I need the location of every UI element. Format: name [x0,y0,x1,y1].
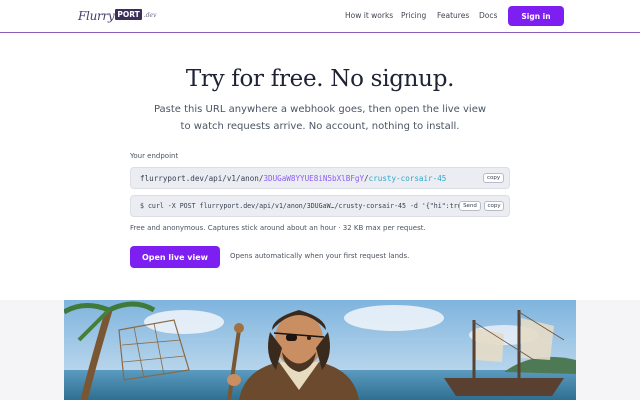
endpoint-url-text: flurryport.dev/api/v1/anon/3DUGaW8YYUE8i… [140,174,446,183]
nav-link-docs[interactable]: Docs [479,11,497,20]
logo-port-badge: PORT [115,8,142,20]
url-prefix: flurryport.dev/api/v1/anon/ [140,173,264,183]
page-title: Try for free. No signup. [185,66,455,92]
copy-url-button[interactable]: copy [483,173,504,183]
logo-tld: .dev [143,11,157,19]
pirate-illustration-svg [64,300,576,400]
subtitle-line-2: to watch requests arrive. No account, no… [180,121,460,132]
subtitle-line-1: Paste this URL anywhere a webhook goes, … [153,104,487,115]
pirate-illustration [64,300,576,400]
url-slug: crusty-corsair-45 [368,173,447,183]
sign-in-button[interactable]: Sign in [508,6,564,26]
endpoint-label: Your endpoint [130,152,179,160]
copy-curl-button[interactable]: copy [484,201,504,211]
top-nav-bar: Flurry PORT .dev How it works Pricing Fe… [0,0,640,33]
curl-command-field[interactable]: $ curl -X POST flurryport.dev/api/v1/ano… [130,195,510,217]
nav-link-how-it-works[interactable]: How it works [345,11,393,20]
open-live-view-button[interactable]: Open live view [130,246,220,268]
open-hint-text: Opens automatically when your first requ… [230,252,410,260]
url-id: 3DUGaW8YYUE8iN5bXlBFgY [263,173,365,183]
curl-command-text: $ curl -X POST flurryport.dev/api/v1/ano… [140,202,460,210]
nav-link-pricing[interactable]: Pricing [401,11,426,20]
nav-link-features[interactable]: Features [437,11,469,20]
retention-note: Free and anonymous. Captures stick aroun… [130,224,426,232]
send-curl-button[interactable]: Send [459,201,481,211]
endpoint-url-field[interactable]: flurryport.dev/api/v1/anon/3DUGaW8YYUE8i… [130,167,510,189]
logo[interactable]: Flurry PORT .dev [78,6,157,26]
logo-script-text: Flurry [78,9,115,23]
